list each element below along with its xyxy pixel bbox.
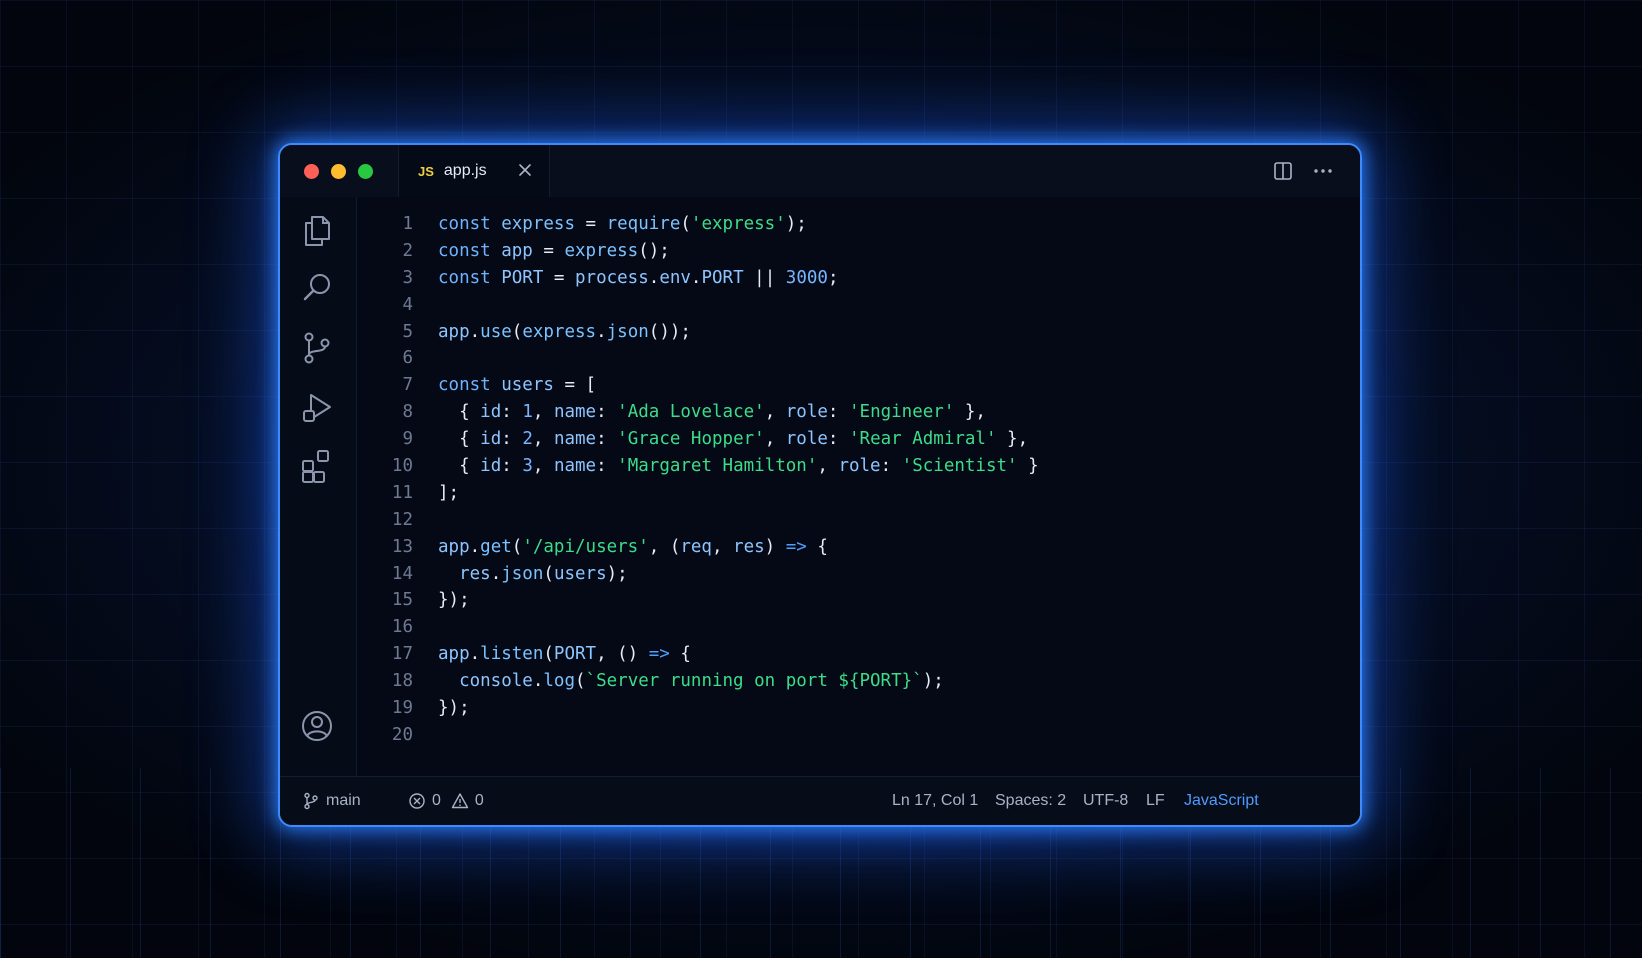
eol-setting[interactable]: LF <box>1146 777 1165 825</box>
indentation-setting[interactable]: Spaces: 2 <box>995 777 1066 825</box>
line-content: { id: 1, name: 'Ada Lovelace', role: 'En… <box>438 402 986 423</box>
line-content: ]; <box>438 482 460 503</box>
close-window-button[interactable] <box>304 164 319 179</box>
line-content: { id: 2, name: 'Grace Hopper', role: 'Re… <box>438 429 1029 450</box>
line-content: }); <box>438 590 470 611</box>
status-bar: main 0 0 Ln 17, Col 1 Spaces: 2 UTF-8 LF <box>280 776 1360 825</box>
warning-count: 0 <box>474 792 484 809</box>
line-number: 7 <box>402 375 413 396</box>
line-content: console.log(`Server running on port ${PO… <box>459 671 944 692</box>
branch-indicator[interactable]: main <box>302 777 361 825</box>
encoding-setting[interactable]: UTF-8 <box>1083 777 1128 825</box>
git-branch-icon <box>304 792 318 810</box>
cursor-position[interactable]: Ln 17, Col 1 <box>892 777 978 825</box>
line-content: const express = require('express'); <box>438 214 807 234</box>
line-content: const app = express(); <box>438 240 670 261</box>
problems-indicator[interactable]: 0 0 <box>408 777 484 825</box>
line-number: 5 <box>402 321 413 342</box>
line-number: 12 <box>391 509 413 530</box>
line-number: 20 <box>391 724 413 745</box>
activity-bar <box>280 197 357 777</box>
line-number: 16 <box>391 617 413 638</box>
warning-icon <box>451 793 469 809</box>
maximize-window-button[interactable] <box>358 164 373 179</box>
line-number: 17 <box>391 644 413 665</box>
javascript-file-icon: JS <box>418 163 434 179</box>
error-icon <box>409 793 425 809</box>
line-number: 19 <box>391 698 413 719</box>
code-editor[interactable]: 1 const express = require('express'); 2 con… <box>357 197 1360 777</box>
language-mode[interactable]: JavaScript <box>1184 777 1259 825</box>
line-content: app.listen(PORT, () => { <box>438 644 691 665</box>
minimize-window-button[interactable] <box>331 164 346 179</box>
line-number: 10 <box>391 456 413 477</box>
files-icon[interactable] <box>298 211 336 249</box>
line-content: }); <box>438 698 470 719</box>
branch-name: main <box>326 792 361 809</box>
source-control-icon[interactable] <box>298 329 336 367</box>
line-number: 11 <box>391 482 413 503</box>
error-count: 0 <box>432 792 441 809</box>
line-number: 9 <box>402 429 413 450</box>
line-number: 18 <box>391 671 413 692</box>
extensions-icon[interactable] <box>298 447 336 485</box>
title-actions <box>1272 160 1334 182</box>
line-content: const PORT = process.env.PORT || 3000; <box>438 267 839 288</box>
line-content: res.json(users); <box>459 563 628 584</box>
line-content: app.get('/api/users', (req, res) => { <box>438 536 828 557</box>
language-label: JavaScript <box>1184 792 1259 809</box>
run-debug-icon[interactable] <box>298 389 336 427</box>
more-actions-icon[interactable] <box>1312 160 1334 182</box>
line-number: 2 <box>402 240 413 261</box>
line-content: app.use(express.json()); <box>438 321 691 342</box>
line-number: 4 <box>402 294 413 315</box>
cursor-position-label: Ln 17, Col 1 <box>892 792 979 809</box>
account-icon[interactable] <box>298 707 336 745</box>
line-content: { id: 3, name: 'Margaret Hamilton', role… <box>438 456 1039 477</box>
line-number: 1 <box>402 214 413 234</box>
title-bar: JS app.js <box>280 145 1360 198</box>
editor-window: JS app.js 1 const express = require('exp… <box>278 143 1362 827</box>
line-number: 8 <box>402 402 413 423</box>
eol-label: LF <box>1146 792 1165 809</box>
line-number: 6 <box>402 348 413 369</box>
tab-app-js[interactable]: JS app.js <box>398 145 550 197</box>
line-number: 15 <box>391 590 413 611</box>
line-content: const users = [ <box>438 375 597 396</box>
close-icon[interactable] <box>515 160 535 180</box>
indentation-label: Spaces: 2 <box>995 792 1067 809</box>
encoding-label: UTF-8 <box>1083 792 1129 809</box>
split-editor-icon[interactable] <box>1272 160 1294 182</box>
line-number: 14 <box>391 563 413 584</box>
line-number: 3 <box>402 267 413 288</box>
tab-label: app.js <box>443 162 487 179</box>
line-number: 13 <box>391 536 413 557</box>
search-icon[interactable] <box>298 269 336 307</box>
